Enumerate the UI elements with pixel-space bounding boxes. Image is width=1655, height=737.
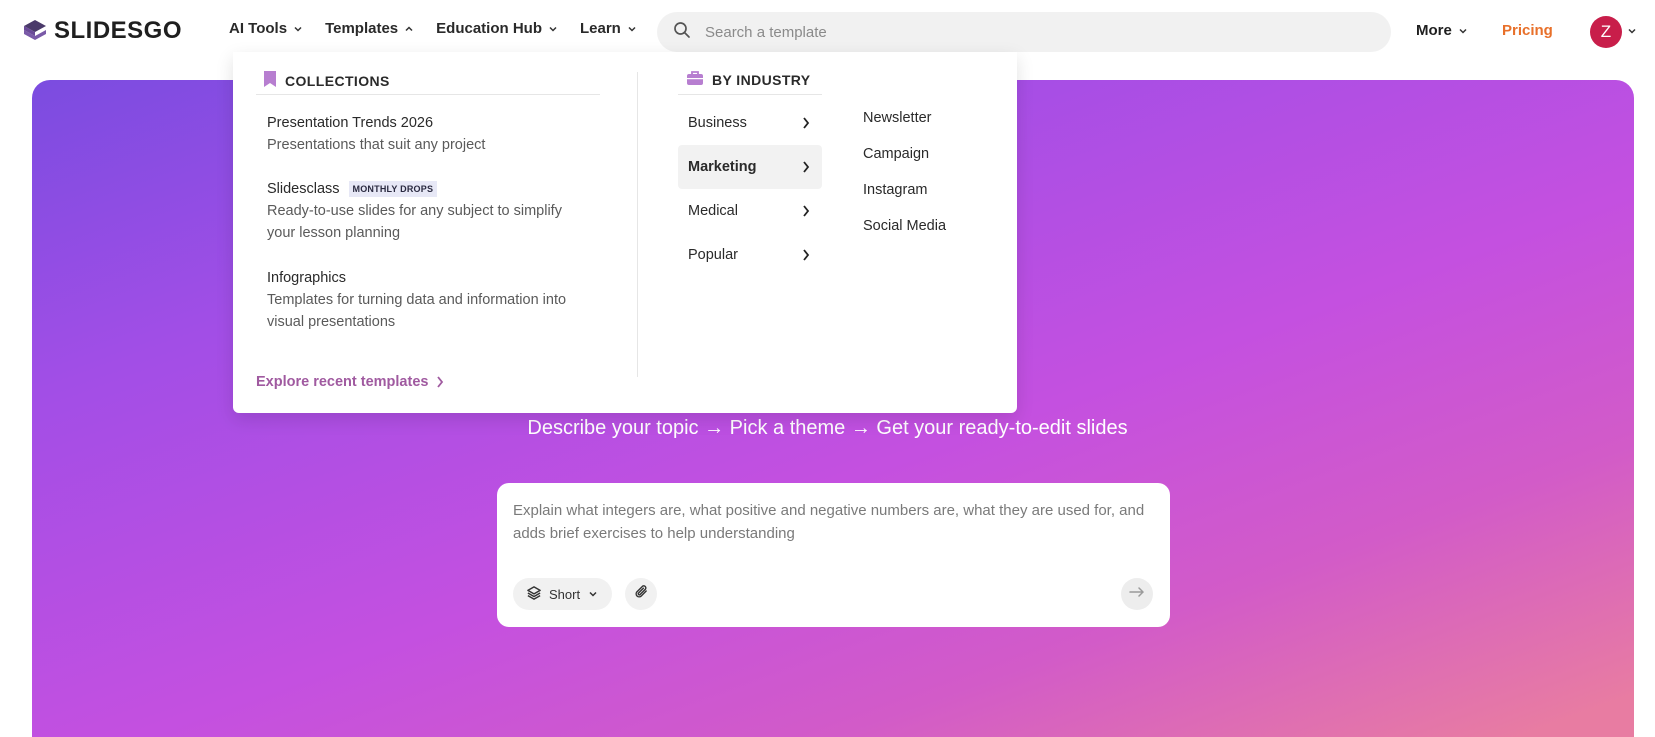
- slidesgo-logo-icon: [22, 18, 48, 44]
- collections-divider: [256, 94, 600, 95]
- page: ntation Describe your topic → Pick a the…: [0, 0, 1655, 737]
- nav-ai-tools[interactable]: AI Tools: [229, 20, 303, 37]
- arrow-right-icon: [1129, 585, 1145, 603]
- nav-learn[interactable]: Learn: [580, 20, 637, 37]
- collection-desc: Presentations that suit any project: [267, 137, 486, 153]
- templates-dropdown: COLLECTIONS Presentation Trends 2026 Pre…: [233, 52, 1017, 413]
- monthly-drops-badge: MONTHLY DROPS: [348, 181, 438, 197]
- logo-text: SLIDESGO: [54, 17, 183, 44]
- collection-desc: Templates for turning data and informati…: [267, 292, 567, 330]
- nav-templates[interactable]: Templates: [325, 20, 414, 37]
- industry-popular[interactable]: Popular: [678, 233, 822, 277]
- more-label: More: [1416, 22, 1452, 39]
- column-divider: [637, 72, 638, 377]
- chevron-right-icon: [803, 249, 810, 261]
- chevron-down-icon: [549, 26, 557, 32]
- collections-heading: COLLECTIONS: [263, 70, 390, 91]
- search-input[interactable]: [705, 23, 1345, 41]
- collection-desc: Ready-to-use slides for any subject to s…: [267, 203, 562, 241]
- industry-label: Business: [688, 115, 747, 131]
- nav-learn-label: Learn: [579, 20, 621, 37]
- collection-title: Slidesclass: [267, 181, 340, 197]
- bookmark-icon: [263, 70, 277, 91]
- length-label: Short: [549, 586, 581, 602]
- industry-label: Medical: [688, 203, 738, 219]
- prompt-card: Explain what integers are, what positive…: [497, 483, 1170, 627]
- avatar[interactable]: Z: [1590, 16, 1622, 48]
- collection-presentation-trends[interactable]: Presentation Trends 2026 Presentations t…: [267, 112, 485, 156]
- nav-education-hub-label: Education Hub: [436, 20, 542, 37]
- chevron-down-icon: [588, 587, 598, 602]
- search-icon: [673, 21, 691, 44]
- industry-business[interactable]: Business: [678, 101, 822, 145]
- industry-heading: BY INDUSTRY: [686, 70, 811, 89]
- main-nav: AI Tools Templates Education Hub Learn: [229, 20, 637, 37]
- collection-slidesclass[interactable]: Slidesclass MONTHLY DROPS Ready-to-use s…: [267, 178, 567, 244]
- chevron-right-icon: [803, 161, 810, 173]
- nav-templates-label: Templates: [325, 20, 399, 37]
- nav-education-hub[interactable]: Education Hub: [436, 20, 558, 37]
- industry-heading-label: BY INDUSTRY: [712, 71, 811, 88]
- industry-label: Marketing: [688, 159, 757, 175]
- layers-icon: [527, 585, 541, 603]
- sub-newsletter[interactable]: Newsletter: [863, 110, 932, 126]
- hero-subtitle: Describe your topic → Pick a theme → Get…: [527, 417, 1128, 439]
- explore-recent-label: Explore recent templates: [256, 374, 429, 390]
- collection-title-row: Slidesclass MONTHLY DROPS: [267, 178, 567, 200]
- collection-infographics[interactable]: Infographics Templates for turning data …: [267, 267, 567, 333]
- industry-label: Popular: [688, 247, 738, 263]
- search-bar: [657, 12, 1391, 52]
- sub-campaign[interactable]: Campaign: [863, 146, 929, 162]
- logo[interactable]: SLIDESGO: [22, 17, 182, 45]
- industry-medical[interactable]: Medical: [678, 189, 822, 233]
- send-button[interactable]: [1121, 578, 1153, 610]
- explore-recent-link[interactable]: Explore recent templates: [256, 374, 444, 390]
- chevron-down-icon[interactable]: [1627, 26, 1637, 36]
- industry-divider: [678, 94, 822, 95]
- chevron-right-icon: [437, 376, 444, 388]
- collections-heading-label: COLLECTIONS: [285, 72, 390, 89]
- chevron-down-icon: [294, 26, 302, 32]
- paperclip-icon: [634, 584, 649, 604]
- more-menu[interactable]: More: [1416, 22, 1468, 39]
- prompt-input[interactable]: Explain what integers are, what positive…: [513, 499, 1153, 545]
- pricing-link[interactable]: Pricing: [1502, 22, 1553, 39]
- chevron-right-icon: [803, 205, 810, 217]
- collection-title: Presentation Trends 2026: [267, 115, 434, 131]
- collection-title: Infographics: [267, 270, 346, 286]
- chevron-down-icon: [628, 26, 636, 32]
- length-select[interactable]: Short: [513, 578, 613, 610]
- sub-instagram[interactable]: Instagram: [863, 182, 927, 198]
- chevron-down-icon: [1459, 28, 1467, 34]
- chevron-right-icon: [803, 117, 810, 129]
- industry-marketing[interactable]: Marketing: [678, 145, 822, 189]
- chevron-up-icon: [405, 25, 413, 31]
- briefcase-icon: [686, 70, 704, 89]
- nav-ai-tools-label: AI Tools: [229, 20, 288, 37]
- sub-social-media[interactable]: Social Media: [863, 218, 946, 234]
- attach-button[interactable]: [625, 578, 657, 610]
